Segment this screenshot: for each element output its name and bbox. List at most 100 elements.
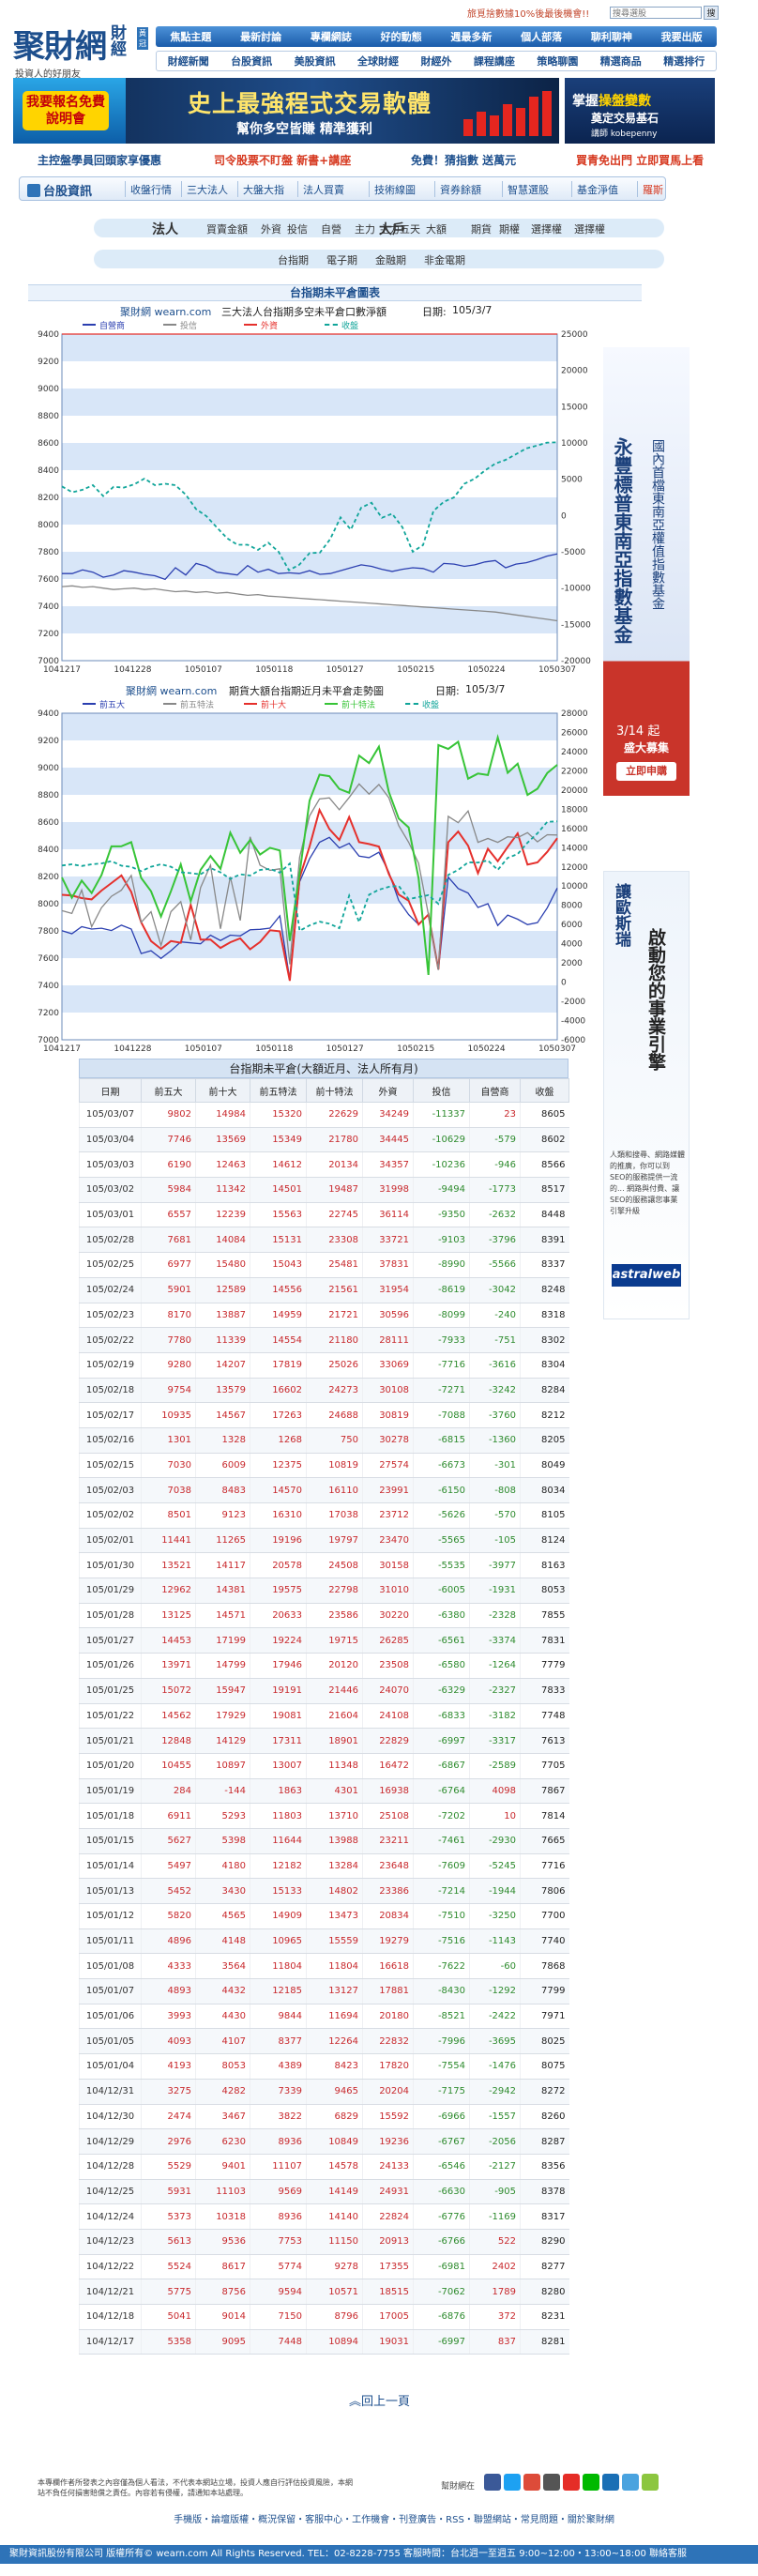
nav-item-4[interactable]: 週最多新: [450, 29, 492, 44]
subnav-tab-5[interactable]: 資券餘額: [440, 182, 481, 197]
table-cell: -8430: [413, 1978, 470, 2004]
nav2-item-4[interactable]: 財經外: [420, 53, 451, 69]
subnav-tab-3[interactable]: 法人買賣: [303, 182, 344, 197]
table-cell: 8796: [306, 2304, 363, 2330]
subnav-tab-8[interactable]: 羅斯: [643, 182, 663, 197]
chart1-brand: 聚財網 wearn.com: [120, 306, 212, 318]
nav2-item-7[interactable]: 精選商品: [600, 53, 642, 69]
promo-link-1[interactable]: 主控盤學員回頭家享優惠: [38, 152, 161, 168]
filter-link-1[interactable]: 外資: [261, 221, 281, 236]
facebook-icon[interactable]: [484, 2474, 501, 2491]
youtube-icon[interactable]: [563, 2474, 580, 2491]
app-icon[interactable]: [602, 2474, 619, 2491]
filter-link-3[interactable]: 自營: [321, 221, 341, 236]
filter-link-8[interactable]: 期權: [499, 221, 520, 236]
side-ad-fund-button[interactable]: 立即申購: [616, 762, 676, 781]
nav-item-0[interactable]: 焦點主題: [170, 29, 211, 44]
nav-item-3[interactable]: 好的動態: [381, 29, 422, 44]
filter-link-0[interactable]: 買賣金額: [206, 221, 248, 236]
table-cell: 4430: [195, 2004, 250, 2030]
table-cell: 8337: [520, 1252, 569, 1278]
filter-link-4[interactable]: 主力: [355, 221, 375, 236]
android-icon[interactable]: [642, 2474, 659, 2491]
filter-link-6[interactable]: 大額: [426, 221, 447, 236]
table-cell: -6673: [413, 1453, 470, 1479]
nav-item-2[interactable]: 專欄網誌: [311, 29, 352, 44]
subnav-tab-7[interactable]: 基金淨值: [577, 182, 618, 197]
filter-link-10[interactable]: 選擇權: [574, 221, 605, 236]
table-cell: 105/01/26: [79, 1653, 142, 1679]
table-cell: 8936: [250, 2128, 307, 2155]
nav2-item-2[interactable]: 美股資訊: [295, 53, 336, 69]
twitter-icon[interactable]: [504, 2474, 521, 2491]
grid-band: [62, 443, 557, 470]
table-cell: 23508: [362, 1653, 414, 1679]
filter-link-9[interactable]: 選擇權: [531, 221, 562, 236]
promo-link-2[interactable]: 司令股票不盯盤 新書+講座: [214, 152, 351, 168]
y-tick-right: 26000: [561, 728, 588, 738]
table-cell: 23712: [362, 1502, 414, 1529]
nav2-item-0[interactable]: 財經新聞: [168, 53, 209, 69]
site-logo[interactable]: 聚財網 財經 投資人的好朋友 黃冠: [13, 21, 148, 83]
table-cell: 8290: [520, 2229, 569, 2255]
table-cell: 105/03/07: [79, 1102, 142, 1128]
nav-item-6[interactable]: 聊利聊神: [591, 29, 632, 44]
subnav-tab-1[interactable]: 三大法人: [187, 182, 228, 197]
table-cell: 13710: [306, 1803, 363, 1829]
table-row: 105/01/05 4093 4107 8377 12264 22832 -7996 -369…: [79, 2028, 569, 2055]
nav2-item-1[interactable]: 台股資訊: [231, 53, 272, 69]
search-button[interactable]: 搜: [704, 6, 719, 20]
futures-link-2[interactable]: 金融期: [375, 252, 406, 267]
futures-link-0[interactable]: 台指期: [278, 252, 309, 267]
table-cell: 4107: [195, 2028, 250, 2055]
nav-item-5[interactable]: 個人部落: [521, 29, 562, 44]
subnav-brand[interactable]: 台股資訊: [27, 181, 92, 199]
filter-link-2[interactable]: 投信: [287, 221, 308, 236]
table-cell: 105/02/01: [79, 1528, 142, 1554]
nav2-item-3[interactable]: 全球財經: [357, 53, 399, 69]
filter-link-7[interactable]: 期貨: [471, 221, 492, 236]
nav2-item-5[interactable]: 課程講座: [474, 53, 515, 69]
subnav-tab-6[interactable]: 智慧選股: [508, 182, 549, 197]
side-ad-fund[interactable]: 永豐標普東南亞指數基金 國內首檔東南亞權值指數基金 3/14 起 盛大募集 立即…: [603, 347, 690, 796]
back-link[interactable]: ︽回上一頁: [349, 2391, 410, 2409]
table-cell: 13284: [306, 1853, 363, 1880]
ad-banner-trading-software[interactable]: 我要報名免費說明會 史上最強程式交易軟體 幫你多空皆賺 精準獲利: [13, 78, 559, 144]
table-cell: 105/02/03: [79, 1477, 142, 1503]
instagram-icon[interactable]: [543, 2474, 560, 2491]
nav-item-1[interactable]: 最新討論: [240, 29, 281, 44]
table-cell: 30596: [362, 1303, 414, 1329]
mobile-icon[interactable]: [622, 2474, 639, 2491]
table-cell: -7175: [413, 2079, 470, 2105]
line-icon[interactable]: [583, 2474, 599, 2491]
table-cell: 19797: [306, 1528, 363, 1554]
table-row: 104/12/24 5373 10318 8936 14140 22824 -6776 -11…: [79, 2203, 569, 2230]
nav-item-7[interactable]: 我要出版: [661, 29, 703, 44]
search-input[interactable]: [610, 7, 702, 19]
table-cell: 7753: [250, 2229, 307, 2255]
nav2-item-8[interactable]: 精選排行: [663, 53, 705, 69]
subnav-tab-0[interactable]: 收盤行情: [130, 182, 172, 197]
filter-link-5[interactable]: 主力五天: [379, 221, 420, 236]
top-ad-link[interactable]: 旅覓捨數據10%後最後機會!!: [467, 6, 589, 20]
table-cell: 11342: [195, 1177, 250, 1203]
ad-banner-course[interactable]: 掌握操盤變數 奠定交易基石 講師 kobepenny: [565, 78, 715, 144]
subnav-tab-2[interactable]: 大盤大指: [243, 182, 284, 197]
futures-link-1[interactable]: 電子期: [326, 252, 357, 267]
futures-link-3[interactable]: 非金電期: [424, 252, 465, 267]
promo-link-4[interactable]: 買青免出門 立即買馬上看: [576, 152, 704, 168]
table-cell: 24273: [306, 1378, 363, 1404]
google-plus-icon[interactable]: [523, 2474, 540, 2491]
table-cell: -60: [469, 1953, 521, 1980]
table-cell: -7202: [413, 1803, 470, 1829]
table-row: 105/02/22 7780 11339 14554 21180 28111 -7933 -7…: [79, 1327, 569, 1353]
footer-links[interactable]: 手機版・論壇版權・概況保留・客服中心・工作機會・刊登廣告・RSS・聯盟網站・常見…: [150, 2511, 638, 2525]
table-cell: 34445: [362, 1127, 414, 1153]
subnav-tab-4[interactable]: 技術線圖: [374, 182, 416, 197]
nav2-item-6[interactable]: 策略聊園: [537, 53, 578, 69]
y-tick-right: 10000: [561, 439, 588, 449]
promo-link-3[interactable]: 免費！猜指數 送萬元: [411, 152, 516, 168]
side-ad-seo[interactable]: 讓歐斯瑞 啟動您的事業引擎 人類和搜尋、網路媒體的推廣，你可以到SEO的服務提供…: [603, 871, 690, 1319]
y-tick-right: 14000: [561, 844, 588, 853]
table-cell: 7833: [520, 1678, 569, 1704]
